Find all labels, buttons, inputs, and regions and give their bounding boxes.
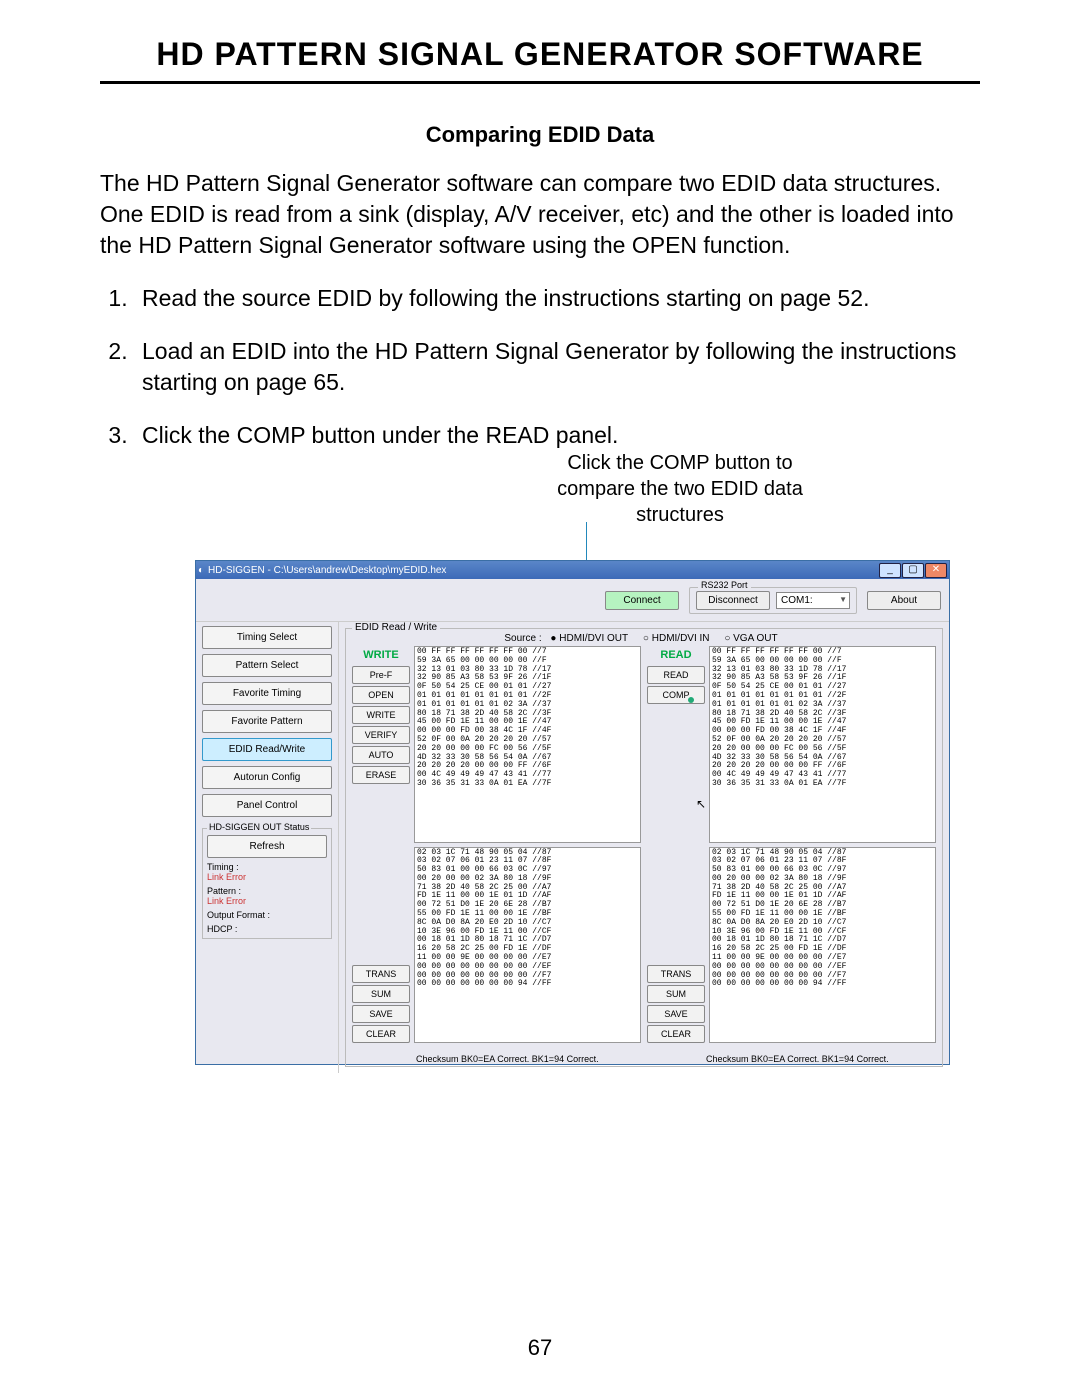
sidebar-item-autorun-config[interactable]: Autorun Config xyxy=(202,766,332,789)
main-panel: EDID Read / Write Source : HDMI/DVI OUT … xyxy=(339,622,949,1073)
connect-button[interactable]: Connect xyxy=(605,591,679,610)
clear-button-w[interactable]: CLEAR xyxy=(352,1025,410,1043)
sum-button-r[interactable]: SUM xyxy=(647,985,705,1003)
app-screenshot: ◐ HD-SIGGEN - C:\Users\andrew\Desktop\my… xyxy=(195,560,950,1065)
sidebar-item-edid-read-write[interactable]: EDID Read/Write xyxy=(202,738,332,761)
callout-text: Click the COMP button to compare the two… xyxy=(550,450,810,528)
sidebar-item-favorite-timing[interactable]: Favorite Timing xyxy=(202,682,332,705)
status-legend: HD-SIGGEN OUT Status xyxy=(207,822,311,832)
section-heading: Comparing EDID Data xyxy=(100,122,980,148)
sidebar-item-panel-control[interactable]: Panel Control xyxy=(202,794,332,817)
status-pattern: Pattern :Link Error xyxy=(207,886,327,906)
edid-legend: EDID Read / Write xyxy=(352,622,440,633)
radio-hdmi-out[interactable]: HDMI/DVI OUT xyxy=(550,633,628,644)
radio-vga-out[interactable]: VGA OUT xyxy=(724,633,777,644)
minimize-button[interactable]: _ xyxy=(879,563,901,578)
rs232-legend: RS232 Port xyxy=(698,580,751,590)
toolbar: Connect RS232 Port Disconnect COM1: Abou… xyxy=(196,579,949,622)
sidebar-item-pattern-select[interactable]: Pattern Select xyxy=(202,654,332,677)
trans-button-w[interactable]: TRANS xyxy=(352,965,410,983)
read-hex-block-2: 02 03 1C 71 48 90 05 04 //87 03 02 07 06… xyxy=(709,847,936,1044)
checksum-right: Checksum BK0=EA Correct. BK1=94 Correct. xyxy=(706,1054,889,1064)
highlight-dot xyxy=(688,697,694,703)
page-title: HD PATTERN SIGNAL GENERATOR SOFTWARE xyxy=(100,36,980,84)
read-panel: READ READ COMP TRANS SUM SAVE CLEAR xyxy=(647,646,936,1043)
step-3: Click the COMP button under the READ pan… xyxy=(134,420,980,451)
window-title: HD-SIGGEN - C:\Users\andrew\Desktop\myED… xyxy=(204,565,878,576)
intro-paragraph: The HD Pattern Signal Generator software… xyxy=(100,168,980,261)
disconnect-button[interactable]: Disconnect xyxy=(696,591,770,610)
save-button-r[interactable]: SAVE xyxy=(647,1005,705,1023)
clear-button-r[interactable]: CLEAR xyxy=(647,1025,705,1043)
open-button[interactable]: OPEN xyxy=(352,686,410,704)
write-hex-block-2[interactable]: 02 03 1C 71 48 90 05 04 //87 03 02 07 06… xyxy=(414,847,641,1044)
checksum-left: Checksum BK0=EA Correct. BK1=94 Correct. xyxy=(416,1054,599,1064)
verify-button[interactable]: VERIFY xyxy=(352,726,410,744)
port-select[interactable]: COM1: xyxy=(776,592,850,609)
step-2: Load an EDID into the HD Pattern Signal … xyxy=(134,336,980,398)
titlebar: ◐ HD-SIGGEN - C:\Users\andrew\Desktop\my… xyxy=(196,561,949,579)
source-row: Source : HDMI/DVI OUT HDMI/DVI IN VGA OU… xyxy=(352,633,936,644)
read-head: READ xyxy=(647,646,705,664)
comp-button[interactable]: COMP xyxy=(647,686,705,704)
sidebar-item-favorite-pattern[interactable]: Favorite Pattern xyxy=(202,710,332,733)
page-number: 67 xyxy=(0,1335,1080,1361)
rs232-group: RS232 Port Disconnect COM1: xyxy=(689,587,857,614)
app-window: ◐ HD-SIGGEN - C:\Users\andrew\Desktop\my… xyxy=(195,560,950,1065)
step-1: Read the source EDID by following the in… xyxy=(134,283,980,314)
status-output-format: Output Format : xyxy=(207,910,327,920)
read-hex-block-1: 00 FF FF FF FF FF FF 00 //7 59 3A 65 00 … xyxy=(709,646,936,843)
write-button[interactable]: WRITE xyxy=(352,706,410,724)
cursor-icon: ↖ xyxy=(696,797,706,811)
write-hex-block-1[interactable]: 00 FF FF FF FF FF FF 00 //7 59 3A 65 00 … xyxy=(414,646,641,843)
source-label: Source : xyxy=(504,633,541,644)
sum-button-w[interactable]: SUM xyxy=(352,985,410,1003)
auto-button[interactable]: AUTO xyxy=(352,746,410,764)
trans-button-r[interactable]: TRANS xyxy=(647,965,705,983)
pref-button[interactable]: Pre-F xyxy=(352,666,410,684)
about-button[interactable]: About xyxy=(867,591,941,610)
sidebar-item-timing-select[interactable]: Timing Select xyxy=(202,626,332,649)
steps-list: Read the source EDID by following the in… xyxy=(100,283,980,451)
status-hdcp: HDCP : xyxy=(207,924,327,934)
write-panel: WRITE Pre-F OPEN WRITE VERIFY AUTO ERASE… xyxy=(352,646,641,1043)
maximize-button[interactable]: ▢ xyxy=(902,563,924,578)
write-head: WRITE xyxy=(352,646,410,664)
save-button-w[interactable]: SAVE xyxy=(352,1005,410,1023)
read-button[interactable]: READ xyxy=(647,666,705,684)
status-group: HD-SIGGEN OUT Status Refresh Timing :Lin… xyxy=(202,828,332,939)
sidebar: Timing Select Pattern Select Favorite Ti… xyxy=(196,622,339,1073)
refresh-button[interactable]: Refresh xyxy=(207,835,327,858)
status-timing: Timing :Link Error xyxy=(207,862,327,882)
radio-hdmi-in[interactable]: HDMI/DVI IN xyxy=(643,633,710,644)
erase-button[interactable]: ERASE xyxy=(352,766,410,784)
close-button[interactable]: ✕ xyxy=(925,563,947,578)
edid-group: EDID Read / Write Source : HDMI/DVI OUT … xyxy=(345,628,943,1067)
